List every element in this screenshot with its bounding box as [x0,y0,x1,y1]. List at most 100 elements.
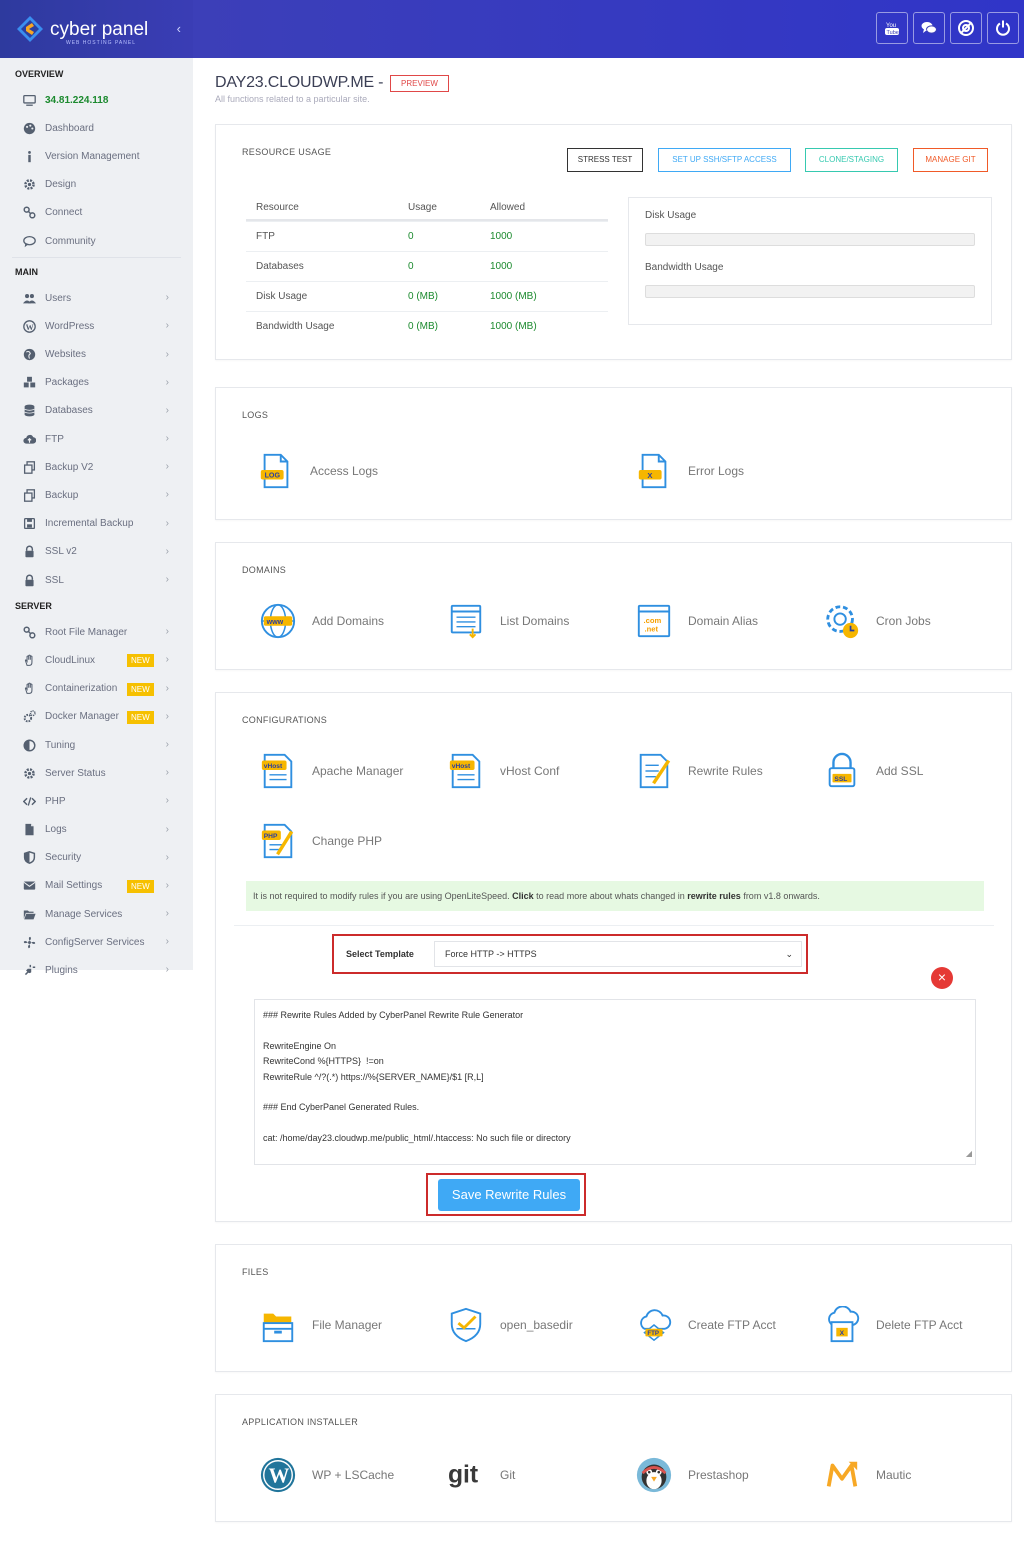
sidebar-item-mail-settings[interactable]: Mail Settings NEW › [0,872,193,900]
apache-manager-tool[interactable]: vHost Apache Manager [258,751,403,791]
sidebar-item-design[interactable]: Design [0,171,193,199]
sidebar-item-wordpress[interactable]: W WordPress › [0,312,193,340]
wordpress-icon: W [22,319,37,334]
sidebar-item-dashboard[interactable]: Dashboard [0,114,193,142]
ssl-lock-icon: SSL [822,751,862,791]
mautic-logo-icon [822,1455,862,1495]
resource-table-header: Resource Usage Allowed [246,195,608,221]
vhost-conf-tool[interactable]: vHost vHost Conf [446,751,559,791]
sidebar-item-backup[interactable]: Backup › [0,481,193,509]
sidebar-item-root-file-manager[interactable]: Root File Manager › [0,618,193,646]
bandwidth-usage-bar [645,285,975,298]
list-domains-tool[interactable]: List Domains [446,601,569,641]
resize-grip-icon[interactable]: ◢ [966,1146,972,1161]
stress-test-button[interactable]: STRESS TEST [567,148,643,172]
rewrite-rules-label: Rewrite Rules [688,764,763,778]
youtube-icon[interactable]: You Tube [876,12,908,44]
sidebar-item-cloudlinux[interactable]: CloudLinux NEW › [0,646,193,674]
column-header-allowed: Allowed [490,201,526,213]
sidebar-item-logs[interactable]: Logs › [0,816,193,844]
change-php-tool[interactable]: PHP Change PHP [258,821,382,861]
ssh-access-button[interactable]: SET UP SSH/SFTP ACCESS [658,148,791,172]
sidebar-item-label: Design [45,179,77,191]
sidebar-item-version-management[interactable]: Version Management [0,142,193,170]
notice-click-link[interactable]: Click [512,891,534,901]
cron-jobs-tool[interactable]: Cron Jobs [822,601,931,641]
server-ip-label: 34.81.224.118 [45,94,109,106]
sidebar-item-community[interactable]: Community [0,227,193,255]
sidebar-item-configserver-services[interactable]: ConfigServer Services › [0,928,193,956]
access-logs-tool[interactable]: LOG Access Logs [256,451,378,491]
sidebar-item-connect[interactable]: Connect [0,199,193,227]
preview-button[interactable]: PREVIEW [390,75,449,92]
sidebar-item-server-ip[interactable]: 34.81.224.118 [0,86,193,114]
open-basedir-tool[interactable]: open_basedir [446,1305,573,1345]
sidebar-item-tuning[interactable]: Tuning › [0,731,193,759]
gear-icon [22,766,37,781]
vhost-icon: vHost [258,751,298,791]
file-manager-icon [258,1305,298,1345]
sidebar-item-backup-v2[interactable]: Backup V2 › [0,453,193,481]
sidebar-item-label: Security [45,852,82,864]
openlitespeed-notice: It is not required to modify rules if yo… [246,881,984,911]
sidebar-item-docker-manager[interactable]: Docker Manager NEW › [0,703,193,731]
rewrite-rules-tool[interactable]: Rewrite Rules [634,751,763,791]
logs-card: LOGS LOG Access Logs X Error Logs [215,387,1012,520]
sidebar-item-packages[interactable]: Packages › [0,369,193,397]
sidebar-item-incremental-backup[interactable]: Incremental Backup › [0,510,193,538]
ftp-delete-icon: X [822,1305,862,1345]
error-logs-tool[interactable]: X Error Logs [634,451,744,491]
configurations-card: CONFIGURATIONS vHost Apache Manager vHos… [215,692,1012,1222]
files-title: FILES [242,1267,269,1277]
mautic-tool[interactable]: Mautic [822,1455,911,1495]
add-domains-tool[interactable]: www Add Domains [258,601,384,641]
sidebar-item-server-status[interactable]: Server Status › [0,759,193,787]
sidebar-item-ssl-v2[interactable]: SSL v2 › [0,538,193,566]
globe-icon [22,347,37,362]
git-tool[interactable]: git Git [446,1455,515,1495]
chat-icon[interactable] [913,12,945,44]
hand-icon [22,681,37,696]
sidebar-item-php[interactable]: PHP › [0,787,193,815]
sidebar-item-label: Backup V2 [45,461,94,473]
sidebar-item-databases[interactable]: Databases › [0,397,193,425]
sidebar-item-ssl[interactable]: SSL › [0,566,193,594]
template-select[interactable]: Force HTTP -> HTTPS ⌄ [434,941,802,967]
sidebar-item-label: Server Status [45,767,106,779]
save-rewrite-rules-button[interactable]: Save Rewrite Rules [438,1179,580,1211]
delete-ftp-tool[interactable]: X Delete FTP Acct [822,1305,962,1345]
rewrite-rules-textarea[interactable]: ### Rewrite Rules Added by CyberPanel Re… [254,999,976,1165]
sidebar-item-plugins[interactable]: Plugins › [0,956,193,984]
domain-alias-tool[interactable]: .com .net Domain Alias [634,601,758,641]
open-basedir-label: open_basedir [500,1318,573,1332]
sidebar-item-security[interactable]: Security › [0,844,193,872]
notice-text: to read more about whats changed in [533,891,688,901]
sidebar-item-label: Root File Manager [45,626,128,638]
add-ssl-tool[interactable]: SSL Add SSL [822,751,923,791]
file-manager-tool[interactable]: File Manager [258,1305,382,1345]
cyberpanel-logo-icon [16,15,44,43]
create-ftp-tool[interactable]: FTP Create FTP Acct [634,1305,776,1345]
table-cell-resource: Databases [256,261,304,272]
support-icon[interactable] [950,12,982,44]
notice-text: from v1.8 onwards. [740,891,820,901]
sidebar-item-ftp[interactable]: FTP › [0,425,193,453]
manage-git-button[interactable]: MANAGE GIT [913,148,988,172]
lock-icon [22,573,37,588]
sidebar-item-manage-services[interactable]: Manage Services › [0,900,193,928]
clone-staging-button[interactable]: CLONE/STAGING [805,148,898,172]
sidebar-item-users[interactable]: Users › [0,284,193,312]
close-icon[interactable]: × [931,967,953,989]
sidebar-item-websites[interactable]: Websites › [0,341,193,369]
power-icon[interactable] [987,12,1019,44]
svg-text:FTP: FTP [647,1330,659,1337]
sidebar-item-containerization[interactable]: Containerization NEW › [0,675,193,703]
brand-header[interactable]: cyber panel WEB HOSTING PANEL ‹ [0,0,193,58]
disk-usage-bar [645,233,975,246]
wp-lscache-tool[interactable]: W WP + LSCache [258,1455,394,1495]
prestashop-tool[interactable]: Prestashop [634,1455,749,1495]
chevron-right-icon: › [165,682,169,694]
gear-icon [22,177,37,192]
table-cell-resource: Bandwidth Usage [256,321,335,332]
collapse-sidebar-icon[interactable]: ‹ [177,21,181,36]
